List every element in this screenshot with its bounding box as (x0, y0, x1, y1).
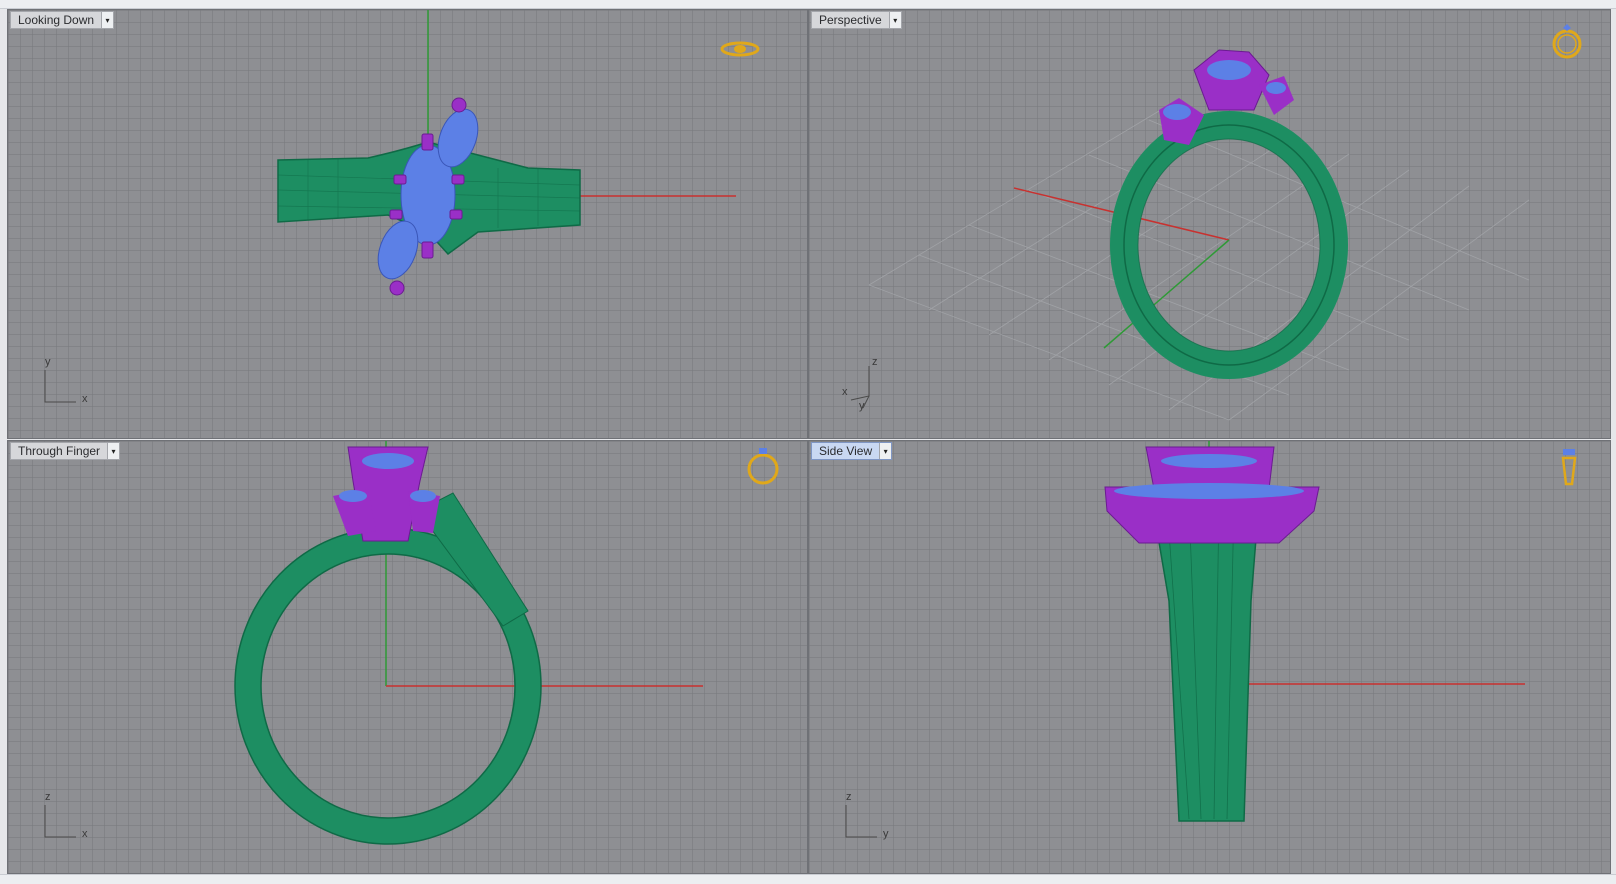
ring-top-view-icon[interactable] (720, 35, 760, 75)
axis-gizmo: z x y (839, 356, 899, 412)
gizmo-label-y: y (45, 356, 51, 368)
gizmo-label-z: z (45, 791, 51, 803)
head-side-view (1104, 446, 1320, 544)
viewport-through-finger[interactable]: Through Finger ▾ z x (7, 440, 808, 874)
top-view-scene (277, 10, 736, 296)
viewport-title-perspective[interactable]: Perspective ▾ (811, 11, 902, 29)
viewport-title-text: Looking Down (18, 13, 95, 27)
chevron-down-icon[interactable]: ▾ (101, 12, 114, 28)
axis-gizmo: y x (38, 356, 98, 412)
chevron-down-icon[interactable]: ▾ (879, 443, 892, 459)
side-view-scene (1104, 441, 1525, 822)
viewport-title-text: Perspective (819, 13, 882, 27)
ring-front-view-icon[interactable] (743, 446, 783, 486)
front-view-scene (234, 441, 703, 845)
viewport-side-view[interactable]: Side View ▾ z y (808, 440, 1611, 874)
ring-perspective-icon[interactable] (1547, 20, 1587, 60)
gizmo-label-z: z (846, 791, 852, 803)
viewport-title-side-view[interactable]: Side View ▾ (811, 442, 893, 460)
gizmo-label-y: y (859, 400, 865, 412)
chevron-down-icon[interactable]: ▾ (107, 443, 120, 459)
viewport-title-through-finger[interactable]: Through Finger ▾ (10, 442, 121, 460)
viewport-perspective[interactable]: Perspective ▾ z x y (808, 9, 1611, 439)
gizmo-label-y: y (883, 828, 889, 840)
axis-gizmo: z y (839, 791, 899, 847)
gizmo-label-x: x (82, 828, 88, 840)
axis-gizmo: z x (38, 791, 98, 847)
gizmo-label-x: x (82, 393, 88, 405)
viewport-title-text: Side View (819, 444, 873, 458)
viewport-title-looking-down[interactable]: Looking Down ▾ (10, 11, 115, 29)
gizmo-label-z: z (872, 356, 878, 368)
ring-side-view-icon[interactable] (1549, 446, 1589, 486)
band-side-view (1151, 500, 1260, 822)
band-perspective (1110, 111, 1348, 379)
title-strip (0, 0, 1616, 9)
chevron-down-icon[interactable]: ▾ (888, 12, 901, 28)
perspective-scene (868, 49, 1530, 421)
head-front-view (333, 446, 440, 542)
viewport-title-text: Through Finger (18, 444, 101, 458)
gizmo-label-x: x (842, 386, 848, 398)
viewport-looking-down[interactable]: Looking Down ▾ y x (7, 9, 808, 439)
